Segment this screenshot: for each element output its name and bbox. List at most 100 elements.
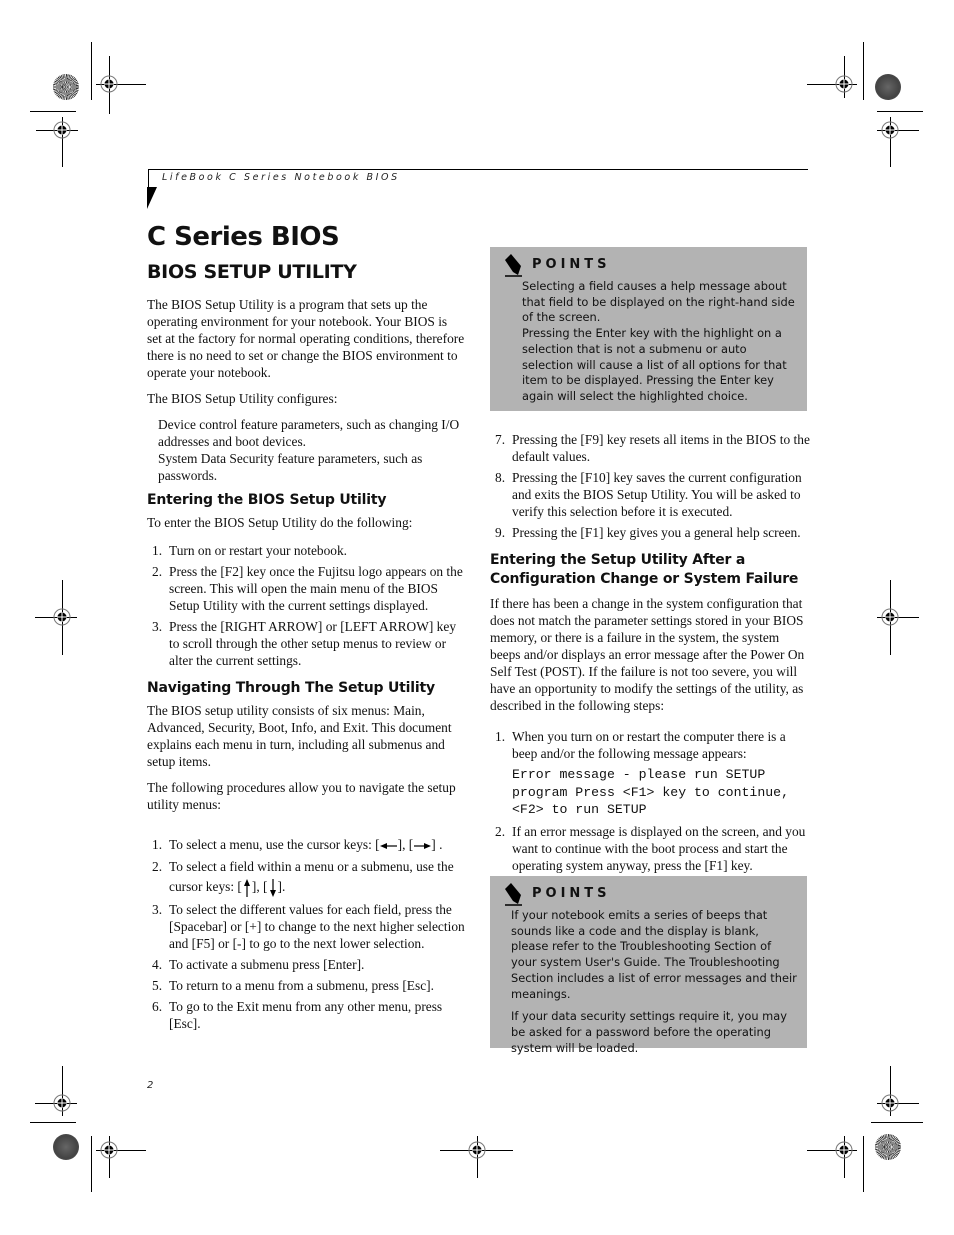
list-item: 1. Turn on or restart your notebook. <box>147 542 465 559</box>
registration-target-icon <box>53 1094 71 1112</box>
entering-heading: Entering the BIOS Setup Utility <box>147 492 387 508</box>
list-item: 1. When you turn on or restart the comput… <box>490 728 810 762</box>
registration-star-icon <box>875 1134 901 1160</box>
failure-steps: 1. When you turn on or restart the comput… <box>490 728 810 762</box>
failure-heading: Entering the Setup Utility After a Confi… <box>490 552 799 587</box>
failure-steps-continued: 2. If an error message is displayed on th… <box>490 823 810 874</box>
configures-lead: The BIOS Setup Utility configures: <box>147 391 338 406</box>
list-text: To select the different values for each … <box>169 902 465 951</box>
running-head-tab <box>147 187 157 209</box>
list-text: When you turn on or restart the computer… <box>512 729 786 761</box>
list-text: Pressing the [F10] key saves the current… <box>512 470 802 519</box>
down-arrow-icon <box>269 878 276 897</box>
navigating-paragraph-1: The BIOS setup utility consists of six m… <box>147 703 452 769</box>
points-paragraph: If your data security settings require i… <box>511 1009 787 1055</box>
right-arrow-icon <box>414 842 432 849</box>
registration-target-icon <box>53 608 71 626</box>
running-head-bar <box>148 169 149 187</box>
list-text: To select a menu, use the cursor keys: [ <box>169 837 380 852</box>
points-paragraph: If your notebook emits a series of beeps… <box>511 908 797 1001</box>
page-number: 2 <box>147 1080 154 1091</box>
running-head-rule <box>148 169 808 170</box>
list-text: Pressing the [F1] key gives you a genera… <box>512 525 801 540</box>
page-title: C Series BIOS <box>147 222 340 252</box>
registration-target-icon <box>100 1141 118 1159</box>
crop-line <box>863 1136 864 1192</box>
left-arrow-icon <box>379 842 397 849</box>
list-item: 6. To go to the Exit menu from any other … <box>147 998 465 1032</box>
failure-paragraph: If there has been a change in the system… <box>490 596 805 713</box>
section-title: BIOS SETUP UTILITY <box>147 261 357 283</box>
right-column: 7. Pressing the [F9] key resets all items… <box>490 431 810 878</box>
registration-star-icon <box>875 74 901 100</box>
list-number: 6. <box>152 999 163 1014</box>
points-title: POINTS <box>532 886 611 902</box>
configures-item: System Data Security feature parameters,… <box>158 451 423 483</box>
points-box: POINTS Selecting a field causes a help m… <box>490 247 807 411</box>
points-body: Selecting a field causes a help message … <box>490 277 807 405</box>
pencil-icon <box>505 883 522 906</box>
crop-line <box>91 42 92 100</box>
configures-item: Device control feature parameters, such … <box>158 417 460 449</box>
points-paragraph: Selecting a field causes a help message … <box>522 279 795 325</box>
points-title: POINTS <box>532 257 611 273</box>
error-message-code: Error message - please run SETUP program… <box>512 767 789 817</box>
navigating-paragraph-2: The following procedures allow you to na… <box>147 780 456 812</box>
entering-lead: To enter the BIOS Setup Utility do the f… <box>147 515 413 530</box>
list-text: To activate a submenu press [Enter]. <box>169 957 365 972</box>
crop-line <box>871 1122 923 1123</box>
crop-line <box>91 1136 92 1192</box>
navigating-steps-continued: 7. Pressing the [F9] key resets all items… <box>490 431 810 541</box>
list-number: 5. <box>152 978 163 993</box>
pencil-icon <box>505 254 522 277</box>
list-number: 4. <box>152 957 163 972</box>
list-number: 9. <box>495 525 506 540</box>
left-column: The BIOS Setup Utility is a program that… <box>147 296 465 1036</box>
list-item: 5. To return to a menu from a submenu, pr… <box>147 977 465 994</box>
list-number: 1. <box>152 543 163 558</box>
registration-target-icon <box>881 121 899 139</box>
points-header: POINTS <box>490 247 807 277</box>
list-number: 8. <box>495 470 506 485</box>
registration-star-icon <box>53 74 79 100</box>
list-item: 4. To activate a submenu press [Enter]. <box>147 956 465 973</box>
points-paragraph: Pressing the Enter key with the highligh… <box>522 326 787 403</box>
registration-target-icon <box>835 75 853 93</box>
list-item: 3. Press the [RIGHT ARROW] or [LEFT ARROW… <box>147 618 465 669</box>
crop-line <box>30 1122 76 1123</box>
up-arrow-icon <box>243 878 250 897</box>
list-item: 2. Press the [F2] key once the Fujitsu lo… <box>147 563 465 614</box>
list-text: To go to the Exit menu from any other me… <box>169 999 443 1031</box>
list-number: 3. <box>152 902 163 917</box>
list-item: 2. If an error message is displayed on th… <box>490 823 810 874</box>
list-text: If an error message is displayed on the … <box>512 823 806 873</box>
navigating-heading: Navigating Through The Setup Utility <box>147 680 435 696</box>
configures-list: Device control feature parameters, such … <box>147 416 465 484</box>
list-item: 7. Pressing the [F9] key resets all items… <box>490 431 810 465</box>
list-item: 3. To select the different values for eac… <box>147 901 465 952</box>
crop-line <box>863 42 864 100</box>
entering-steps: 1. Turn on or restart your notebook. 2. Pr… <box>147 542 465 669</box>
registration-target-icon <box>100 75 118 93</box>
crop-line <box>877 111 923 112</box>
registration-target-icon <box>468 1141 486 1159</box>
list-item: 8. Pressing the [F10] key saves the curre… <box>490 469 810 520</box>
list-number: 1. <box>495 729 506 744</box>
registration-star-icon <box>53 1134 79 1160</box>
points-box: POINTS If your notebook emits a series o… <box>490 876 807 1055</box>
crop-line <box>30 111 76 112</box>
registration-target-icon <box>881 1094 899 1112</box>
registration-target-icon <box>881 608 899 626</box>
registration-target-icon <box>53 121 71 139</box>
list-text: Pressing the [F9] key resets all items i… <box>512 432 810 464</box>
list-number: 2. <box>152 859 163 874</box>
list-number: 3. <box>152 619 163 634</box>
registration-target-icon <box>835 1141 853 1159</box>
intro-paragraph: The BIOS Setup Utility is a program that… <box>147 297 465 380</box>
list-text: Turn on or restart your notebook. <box>169 543 348 558</box>
running-head-title: LifeBook C Series Notebook BIOS <box>162 172 400 183</box>
points-header: POINTS <box>490 876 807 906</box>
list-text: To return to a menu from a submenu, pres… <box>169 978 434 993</box>
navigating-steps: 1. To select a menu, use the cursor keys:… <box>147 836 465 1032</box>
list-text: ], [ <box>397 837 414 852</box>
